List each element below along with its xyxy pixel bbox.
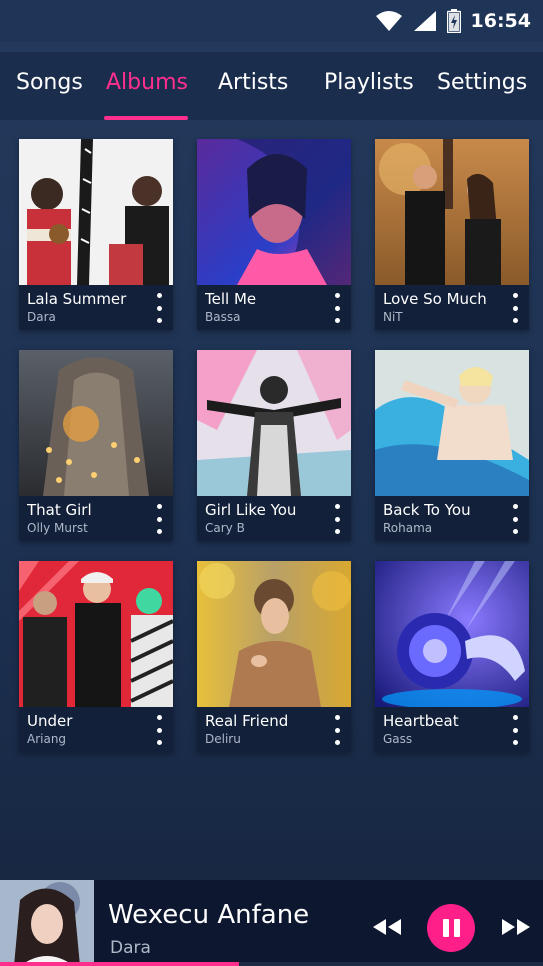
now-playing-bar[interactable]: Wexecu Anfane Dara xyxy=(0,880,543,966)
album-meta: Real Friend Deliru xyxy=(197,707,351,752)
playback-progress-fill xyxy=(0,962,239,966)
album-artist: Dara xyxy=(27,310,56,324)
status-time: 16:54 xyxy=(470,10,531,32)
more-options-icon[interactable] xyxy=(509,715,521,745)
wifi-icon xyxy=(375,10,403,32)
album-card[interactable]: Lala Summer Dara xyxy=(19,139,173,330)
album-art xyxy=(19,139,173,285)
tab-songs[interactable]: Songs xyxy=(16,70,83,95)
album-artist: Deliru xyxy=(205,732,241,746)
fast-forward-icon[interactable] xyxy=(501,916,531,942)
album-art xyxy=(197,139,351,285)
more-options-icon[interactable] xyxy=(153,293,165,323)
album-artist: NiT xyxy=(383,310,403,324)
more-options-icon[interactable] xyxy=(509,504,521,534)
album-art xyxy=(375,561,529,707)
playback-progress[interactable] xyxy=(0,962,543,966)
album-meta: Heartbeat Gass xyxy=(375,707,529,752)
more-options-icon[interactable] xyxy=(509,293,521,323)
active-tab-indicator xyxy=(104,116,188,120)
album-art xyxy=(375,139,529,285)
album-title: Girl Like You xyxy=(205,501,297,519)
tab-settings[interactable]: Settings xyxy=(437,70,527,95)
album-meta: That Girl Olly Murst xyxy=(19,496,173,541)
tab-albums[interactable]: Albums xyxy=(106,70,188,95)
more-options-icon[interactable] xyxy=(153,715,165,745)
album-meta: Girl Like You Cary B xyxy=(197,496,351,541)
album-meta: Under Ariang xyxy=(19,707,173,752)
album-artist: Rohama xyxy=(383,521,433,535)
now-playing-title: Wexecu Anfane xyxy=(108,900,310,930)
album-meta: Tell Me Bassa xyxy=(197,285,351,330)
album-artist: Olly Murst xyxy=(27,521,88,535)
more-options-icon[interactable] xyxy=(331,504,343,534)
album-card[interactable]: Love So Much NiT xyxy=(375,139,529,330)
album-card[interactable]: Girl Like You Cary B xyxy=(197,350,351,541)
album-card[interactable]: Tell Me Bassa xyxy=(197,139,351,330)
album-meta: Back To You Rohama xyxy=(375,496,529,541)
now-playing-cover[interactable] xyxy=(0,880,94,966)
album-title: Real Friend xyxy=(205,712,289,730)
album-artist: Bassa xyxy=(205,310,241,324)
album-title: That Girl xyxy=(27,501,92,519)
album-meta: Love So Much NiT xyxy=(375,285,529,330)
more-options-icon[interactable] xyxy=(331,293,343,323)
album-art xyxy=(19,350,173,496)
album-title: Lala Summer xyxy=(27,290,127,308)
tab-artists[interactable]: Artists xyxy=(218,70,288,95)
album-art xyxy=(19,561,173,707)
pause-icon xyxy=(442,919,449,937)
album-title: Heartbeat xyxy=(383,712,459,730)
album-title: Love So Much xyxy=(383,290,487,308)
tab-bar: Songs Albums Artists Playlists Settings xyxy=(0,52,543,120)
status-bar: 16:54 xyxy=(0,0,543,42)
tab-playlists[interactable]: Playlists xyxy=(324,70,414,95)
album-art xyxy=(375,350,529,496)
album-card[interactable]: Back To You Rohama xyxy=(375,350,529,541)
album-artist: Cary B xyxy=(205,521,245,535)
album-artist: Gass xyxy=(383,732,413,746)
now-playing-artist: Dara xyxy=(110,938,151,958)
more-options-icon[interactable] xyxy=(153,504,165,534)
album-artist: Ariang xyxy=(27,732,67,746)
album-card[interactable]: Heartbeat Gass xyxy=(375,561,529,752)
album-title: Tell Me xyxy=(205,290,257,308)
more-options-icon[interactable] xyxy=(331,715,343,745)
album-card[interactable]: That Girl Olly Murst xyxy=(19,350,173,541)
album-art xyxy=(197,561,351,707)
pause-button[interactable] xyxy=(427,904,475,952)
cell-signal-icon xyxy=(413,10,437,32)
battery-charging-icon xyxy=(446,9,461,33)
album-card[interactable]: Under Ariang xyxy=(19,561,173,752)
album-title: Under xyxy=(27,712,73,730)
album-title: Back To You xyxy=(383,501,471,519)
album-meta: Lala Summer Dara xyxy=(19,285,173,330)
album-art xyxy=(197,350,351,496)
album-card[interactable]: Real Friend Deliru xyxy=(197,561,351,752)
rewind-icon[interactable] xyxy=(372,916,402,942)
